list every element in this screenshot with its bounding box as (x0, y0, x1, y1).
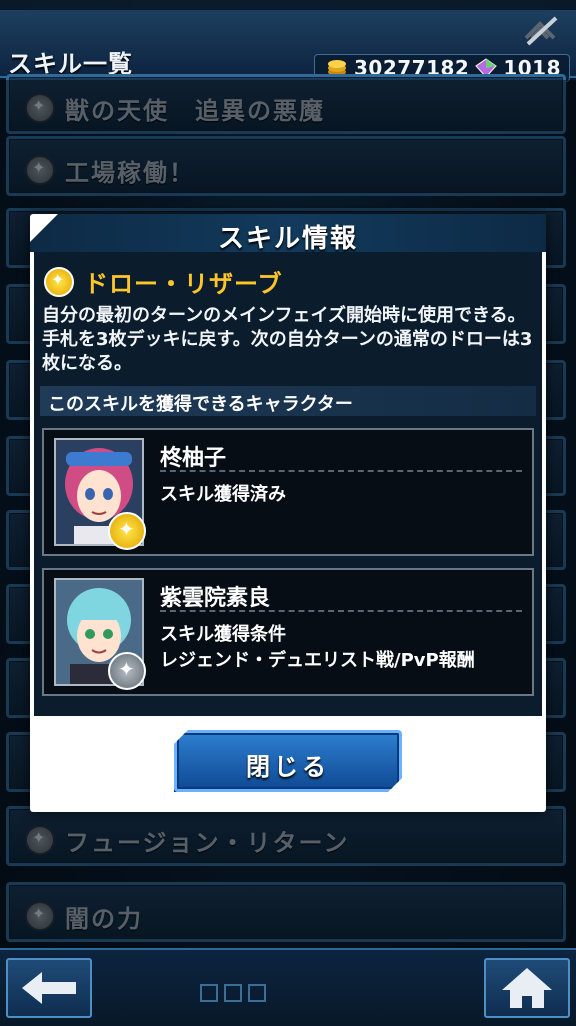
character-card[interactable]: 紫雲院素良 スキル獲得条件 レジェンド・デュエリスト戦/PvP報酬 (42, 568, 534, 696)
back-button[interactable] (6, 958, 92, 1018)
skill-heading: ドロー・リザーブ (44, 264, 283, 299)
skill-name: ドロー・リザーブ (84, 270, 283, 298)
character-name: 紫雲院素良 (160, 586, 271, 611)
dialog-body: ドロー・リザーブ 自分の最初のターンのメインフェイズ開始時に使用できる。手札を3… (34, 252, 542, 716)
back-arrow-icon (22, 972, 76, 1004)
home-button[interactable] (484, 958, 570, 1018)
status-strip (0, 0, 576, 10)
section-header: このスキルを獲得できるキャラクター (40, 386, 536, 416)
bottom-bar (0, 948, 576, 1026)
divider (160, 470, 522, 472)
acquire-condition-label: スキル獲得条件 (160, 624, 286, 645)
dialog-title: スキル情報 (217, 224, 358, 254)
character-status: スキル獲得済み (160, 484, 286, 505)
skill-info-dialog: スキル情報 ドロー・リザーブ 自分の最初のターンのメインフェイズ開始時に使用でき… (30, 214, 546, 812)
page-dot (224, 984, 242, 1002)
star-icon (44, 266, 74, 297)
character-card[interactable]: 柊柚子 スキル獲得済み (42, 428, 534, 556)
character-name: 柊柚子 (160, 446, 227, 471)
acquire-condition-value: レジェンド・デュエリスト戦/PvP報酬 (160, 650, 475, 671)
page-dot (248, 984, 266, 1002)
owned-star-icon (108, 512, 146, 550)
home-icon (502, 968, 552, 1008)
close-button[interactable]: 閉じる (174, 730, 402, 792)
page-indicator (200, 984, 266, 1002)
network-off-icon (524, 16, 558, 46)
skill-description: 自分の最初のターンのメインフェイズ開始時に使用できる。手札を3枚デッキに戻す。次… (42, 305, 533, 374)
section-label: このスキルを獲得できるキャラクター (48, 394, 353, 415)
divider (160, 610, 522, 612)
locked-star-icon (108, 652, 146, 690)
top-bar: スキル一覧 30277182 1018 (0, 10, 576, 82)
close-button-label: 閉じる (246, 753, 330, 781)
page-dot (200, 984, 218, 1002)
